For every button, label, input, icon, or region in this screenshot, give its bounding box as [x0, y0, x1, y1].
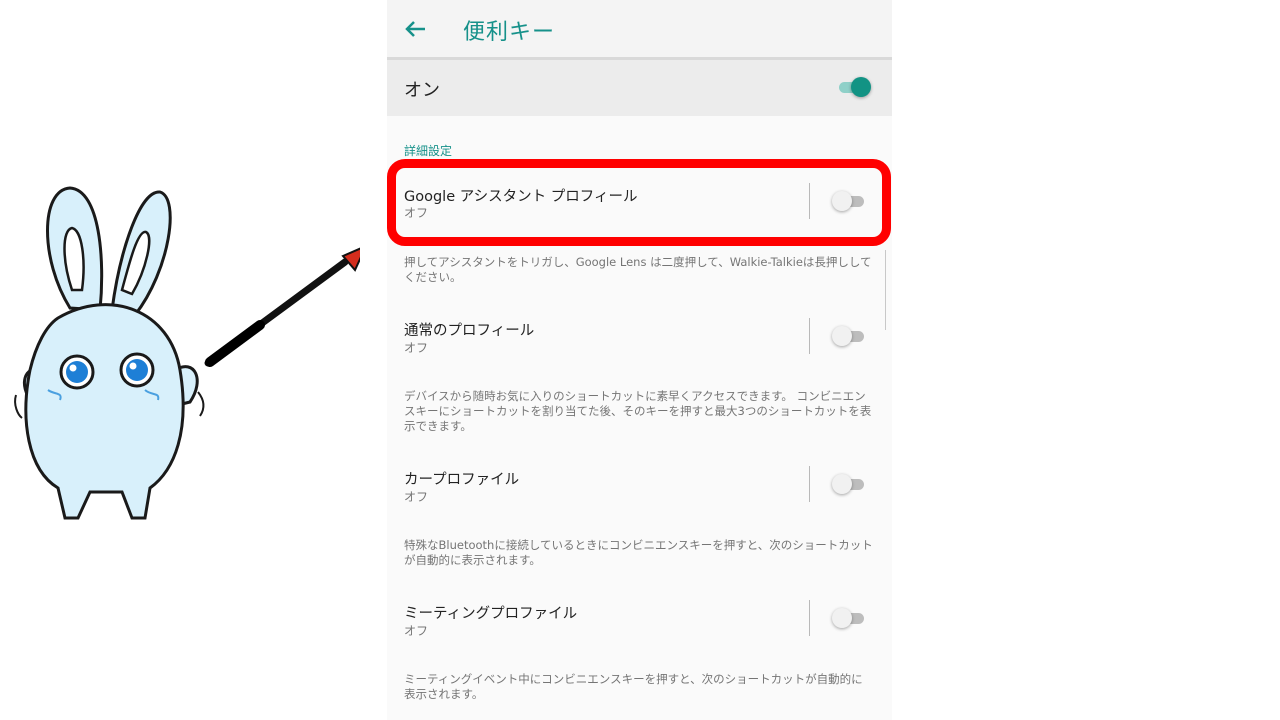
switch-thumb [851, 77, 871, 97]
pref-row-car-profile[interactable]: カープロファイル オフ [387, 455, 892, 519]
rabbit-mascot-illustration [14, 186, 360, 520]
pref-divider [809, 318, 810, 354]
pref-description: デバイスから随時お気に入りのショートカットに素早くアクセスできます。 コンビニエ… [404, 389, 872, 433]
pref-title: ミーティングプロファイル [404, 606, 578, 622]
pref-toggle-switch[interactable] [832, 607, 868, 629]
switch-thumb [832, 608, 852, 628]
master-toggle-row[interactable]: オン [387, 60, 892, 116]
pointer-stick-icon [204, 247, 360, 367]
pref-toggle-switch[interactable] [832, 190, 868, 212]
pref-title: 通常のプロフィール [404, 323, 535, 339]
pref-divider [809, 183, 810, 219]
pref-description: 特殊なBluetoothに接続しているときにコンビニエンスキーを押すと、次のショ… [404, 538, 873, 567]
arrow-left-icon[interactable] [401, 14, 431, 44]
pref-summary: オフ [404, 341, 429, 355]
pref-divider [809, 466, 810, 502]
master-toggle-label: オン [404, 80, 440, 101]
scroll-edge-indicator [885, 250, 894, 330]
pref-title: Google アシスタント プロフィール [404, 189, 638, 205]
switch-thumb [832, 474, 852, 494]
pref-toggle-switch[interactable] [832, 325, 868, 347]
pref-row-normal-profile[interactable]: 通常のプロフィール オフ [387, 306, 892, 370]
pref-summary: オフ [404, 206, 429, 220]
pref-description: ミーティングイベント中にコンビニエンスキーを押すと、次のショートカットが自動的に… [404, 672, 863, 701]
app-bar: 便利キー [387, 0, 892, 60]
pref-row-meeting-profile[interactable]: ミーティングプロファイル オフ [387, 589, 892, 653]
section-header: 詳細設定 [404, 144, 453, 158]
switch-thumb [832, 326, 852, 346]
master-toggle-switch[interactable] [837, 76, 873, 98]
switch-thumb [832, 191, 852, 211]
pref-title: カープロファイル [404, 472, 520, 488]
pref-row-google-assistant[interactable]: Google アシスタント プロフィール オフ [387, 172, 892, 236]
pref-summary: オフ [404, 490, 429, 504]
page-title: 便利キー [463, 20, 556, 45]
pref-divider [809, 600, 810, 636]
settings-screen: 便利キー オン 詳細設定 Google アシスタント プロフィール オフ 押して… [387, 0, 892, 720]
pref-summary: オフ [404, 624, 429, 638]
pref-description: 押してアシスタントをトリガし、Google Lens は二度押して、Walkie… [404, 255, 872, 284]
pref-toggle-switch[interactable] [832, 473, 868, 495]
